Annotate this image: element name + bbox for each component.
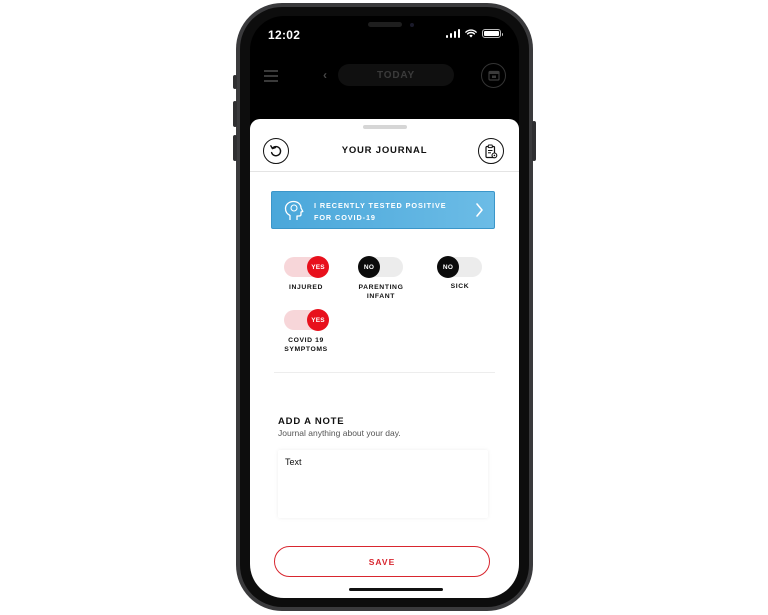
home-indicator[interactable] [349, 588, 443, 591]
toggle-label-line-1: INJURED [288, 284, 324, 291]
side-button-silent [233, 75, 237, 89]
toggle-label: COVID 19 SYMPTOMS [266, 337, 346, 354]
side-button-power [532, 121, 536, 161]
battery-icon [482, 29, 503, 38]
toggle-label: SICK [420, 283, 500, 292]
calendar-icon [487, 70, 500, 81]
journal-settings-button[interactable] [478, 138, 504, 164]
covid-positive-banner[interactable]: I RECENTLY TESTED POSITIVE FOR COVID-19 [271, 191, 495, 229]
head-profile-icon [284, 200, 304, 220]
phone-frame: 12:02 ‹ TODAY YOUR JOURNAL I RECENTLY TE… [233, 3, 536, 611]
note-textarea[interactable]: Text [278, 450, 488, 518]
status-time: 12:02 [268, 28, 301, 42]
status-icons [445, 29, 503, 38]
injured-toggle[interactable]: YES [284, 256, 329, 278]
note-text: Text [285, 457, 302, 467]
phone-screen: 12:02 ‹ TODAY YOUR JOURNAL I RECENTLY TE… [250, 16, 519, 598]
covid-symptoms-toggle[interactable]: YES [284, 309, 329, 331]
header-divider [250, 171, 519, 172]
parenting-infant-toggle[interactable]: NO [358, 256, 403, 278]
toggle-cell-sick: NO SICK [420, 256, 500, 292]
toggle-cell-covid-symptoms: YES COVID 19 SYMPTOMS [266, 309, 346, 354]
journal-sheet: YOUR JOURNAL I RECENTLY TESTED POSITIVE … [250, 119, 519, 598]
front-camera [410, 23, 414, 27]
toggle-label-line-1: SICK [450, 283, 470, 290]
toggle-label-line-1: COVID 19 [288, 337, 324, 344]
chevron-left-icon[interactable]: ‹ [323, 68, 327, 82]
side-button-volume-up [233, 101, 237, 127]
signal-icon [445, 29, 460, 38]
note-subtitle: Journal anything about your day. [278, 428, 401, 438]
banner-line-2: FOR COVID-19 [314, 213, 376, 222]
calendar-button[interactable] [481, 63, 506, 88]
toggle-knob: NO [358, 256, 380, 278]
side-button-volume-down [233, 135, 237, 161]
earpiece [368, 22, 402, 27]
wifi-icon [465, 29, 477, 38]
toggle-label-line-2: SYMPTOMS [284, 345, 328, 353]
sick-toggle[interactable]: NO [437, 256, 482, 278]
toggle-label: PARENTING INFANT [341, 284, 421, 301]
banner-text: I RECENTLY TESTED POSITIVE FOR COVID-19 [314, 200, 464, 224]
hamburger-icon[interactable] [264, 70, 278, 85]
toggle-cell-injured: YES INJURED [266, 256, 346, 293]
toggle-label-line-1: PARENTING [358, 284, 404, 291]
toggle-knob: NO [437, 256, 459, 278]
toggle-label-line-2: INFANT [366, 292, 396, 300]
app-header: ‹ TODAY [250, 60, 519, 94]
save-button[interactable]: SAVE [274, 546, 490, 577]
toggle-cell-parenting-infant: NO PARENTING INFANT [341, 256, 421, 301]
date-pill[interactable]: TODAY [338, 64, 454, 86]
toggle-knob: YES [307, 256, 329, 278]
toggle-knob: YES [307, 309, 329, 331]
sheet-grabber[interactable] [363, 125, 407, 129]
clipboard-settings-icon [485, 144, 498, 158]
toggle-label: INJURED [266, 284, 346, 293]
banner-line-1: I RECENTLY TESTED POSITIVE [314, 201, 447, 210]
chevron-right-icon [476, 203, 483, 217]
note-title: ADD A NOTE [278, 416, 345, 427]
section-divider [274, 372, 495, 373]
